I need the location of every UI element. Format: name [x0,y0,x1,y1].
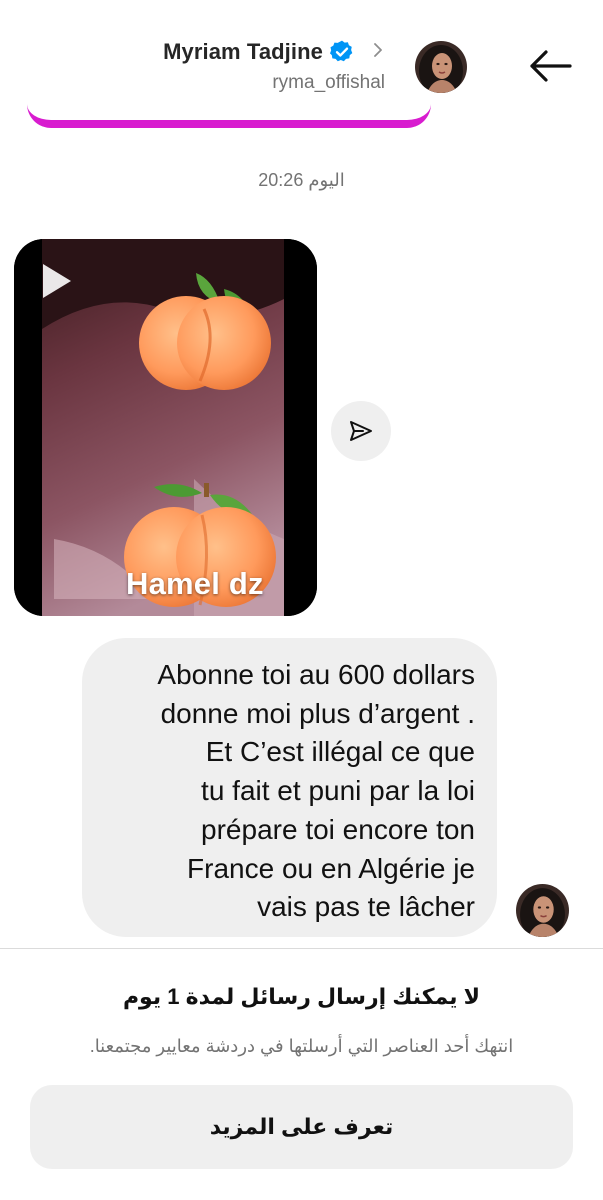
learn-more-button[interactable]: تعرف على المزيد [30,1085,573,1169]
play-icon[interactable] [39,261,75,301]
message-timestamp: اليوم 20:26 [258,170,345,190]
story-highlight-bar [27,102,431,128]
sender-avatar[interactable] [516,884,569,937]
verified-badge-icon [329,40,353,62]
divider [0,948,603,949]
restriction-text: انتهك أحد العناصر التي أرسلتها في دردشة … [89,1036,514,1056]
profile-name-row[interactable]: Myriam Tadjine [163,37,355,67]
message-bubble[interactable]: Abonne toi au 600 dollars donne moi plus… [82,638,497,937]
restriction-title: لا يمكنك إرسال رسائل لمدة 1 يوم [122,984,481,1009]
display-name: Myriam Tadjine [163,39,323,64]
video-message[interactable] [14,239,317,616]
send-arrow-icon [350,421,372,441]
back-arrow-icon[interactable] [524,44,576,88]
username[interactable]: ryma_offishal [272,72,385,94]
video-caption: Hamel dz [126,566,264,601]
chevron-right-icon[interactable] [370,40,386,60]
header-avatar[interactable] [415,41,467,93]
chat-header: Myriam Tadjine ryma_offishal [0,0,603,128]
share-button[interactable] [331,401,391,461]
message-text: Abonne toi au 600 dollars donne moi plus… [157,659,475,923]
